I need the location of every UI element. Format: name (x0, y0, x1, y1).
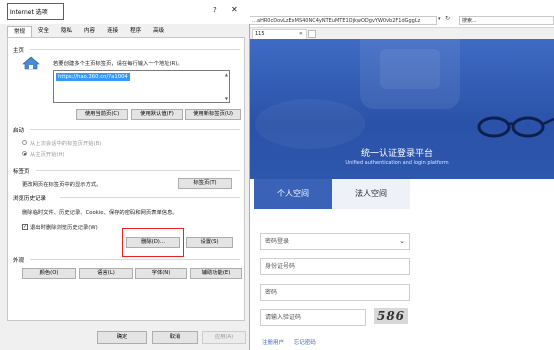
address-input[interactable]: …aHR0cDovLzExMS40NC4yNTEuMTE1OjkwODgvYW0… (249, 16, 437, 25)
tab-close-icon[interactable]: ✕ (299, 30, 303, 39)
captcha-field[interactable]: 请输入验证码 (260, 309, 366, 326)
tab-legal-space[interactable]: 法人空间 (332, 179, 410, 209)
login-method-select[interactable]: 密码登录 ⌄ (260, 233, 410, 250)
fonts-button[interactable]: 字体(N) (135, 268, 187, 279)
new-tab-button[interactable] (308, 30, 316, 38)
cancel-button[interactable]: 取消 (152, 331, 198, 344)
address-bar-area: …aHR0cDovLzExMS40NC4yNTEuMTE1OjkwODgvYW0… (240, 12, 554, 28)
help-button[interactable]: ? (213, 6, 217, 14)
divider (30, 49, 240, 50)
search-input[interactable]: 搜索... (459, 16, 554, 25)
settings-button[interactable]: 设置(S) (186, 237, 233, 248)
use-new-tab-button[interactable]: 使用新标签页(U) (185, 109, 241, 120)
address-dropdown-icon[interactable]: ▾ (438, 16, 441, 22)
divider (30, 259, 240, 260)
apply-button[interactable]: 应用(A) (202, 331, 246, 344)
delete-highlight-box (122, 228, 184, 257)
home-page-url-value: https://hao.360.cn/?a1004 (56, 73, 130, 81)
delete-on-exit-label: 退出时删除浏览历史记录(W) (30, 225, 98, 231)
scroll-up-icon[interactable]: ▲ (225, 72, 228, 77)
dialog-titlebar: Internet 选项 ? ✕ (0, 0, 250, 24)
login-banner: 统一认证登录平台 Unified authentication and logi… (240, 39, 554, 179)
refresh-icon[interactable]: ↻ (445, 15, 450, 22)
section-appearance: 外观 (13, 258, 25, 264)
browser-tab[interactable]: 115 ✕ (252, 29, 307, 39)
section-browsing-history: 浏览历史记录 (13, 196, 47, 202)
divider (36, 170, 240, 171)
register-link[interactable]: 注册用户 (262, 340, 284, 346)
tabs-button[interactable]: 标签页(T) (178, 178, 232, 189)
section-startup: 启动 (13, 128, 25, 134)
radio-last-session[interactable] (22, 140, 27, 145)
login-method-value: 密码登录 (265, 238, 290, 245)
radio-home-page-label: 从主页开始(H) (30, 152, 65, 158)
forgot-password-link[interactable]: 忘记密码 (294, 340, 316, 346)
banner-title: 统一认证登录平台 (360, 149, 433, 159)
use-default-button[interactable]: 使用默认值(F) (131, 109, 183, 120)
divider (30, 129, 240, 130)
tabs-description: 更改网页在标签页中的显示方式。 (22, 182, 102, 188)
radio-home-page[interactable] (22, 151, 27, 156)
chevron-down-icon: ⌄ (399, 237, 405, 245)
captcha-image[interactable]: 586 (374, 308, 408, 324)
section-home-page: 主页 (13, 48, 25, 54)
glasses-illustration-icon (477, 116, 554, 138)
scroll-down-icon[interactable]: ▼ (225, 96, 228, 101)
use-current-button[interactable]: 使用当前页(C) (76, 109, 128, 120)
login-panel: 个人空间 法人空间 密码登录 ⌄ 身份证号码 密码 请输入验证码 586 注册用… (254, 179, 410, 350)
banner-decoration (255, 99, 365, 149)
colors-button[interactable]: 颜色(O) (22, 268, 76, 279)
house-icon (22, 56, 40, 70)
radio-last-session-label: 从上次会话中的标签页开始(B) (30, 141, 102, 147)
history-description: 删除临时文件、历史记录、Cookie、保存的密码和网页表单信息。 (22, 210, 178, 216)
page-background (410, 179, 554, 350)
close-icon[interactable]: ✕ (231, 5, 238, 14)
browser-tab-bar: 115 ✕ (240, 28, 554, 39)
password-field[interactable]: 密码 (260, 284, 410, 301)
home-page-url-textarea[interactable]: https://hao.360.cn/?a1004 ▲ ▼ (53, 70, 230, 103)
id-number-field[interactable]: 身份证号码 (260, 258, 410, 275)
section-tabs: 标签页 (13, 169, 30, 175)
browser-tab-label: 115 (255, 31, 265, 37)
tab-personal-space[interactable]: 个人空间 (254, 179, 332, 209)
banner-subtitle: Unified authentication and login platfor… (345, 160, 449, 166)
home-page-description: 若要创建多个主页标签页，请在每行输入一个地址(R)。 (53, 61, 183, 67)
banner-decoration (380, 49, 440, 89)
title-highlight-box (7, 3, 64, 20)
internet-options-dialog: Internet 选项 ? ✕ 常规 安全 隐私 内容 连接 程序 高级 主页 … (0, 0, 250, 350)
delete-on-exit-checkbox[interactable]: ✓ (22, 224, 28, 230)
divider (60, 197, 240, 198)
languages-button[interactable]: 语言(L) (79, 268, 133, 279)
accessibility-button[interactable]: 辅助功能(E) (190, 268, 242, 279)
ok-button[interactable]: 确定 (97, 331, 147, 344)
general-tab-panel: 主页 若要创建多个主页标签页，请在每行输入一个地址(R)。 https://ha… (7, 37, 245, 321)
